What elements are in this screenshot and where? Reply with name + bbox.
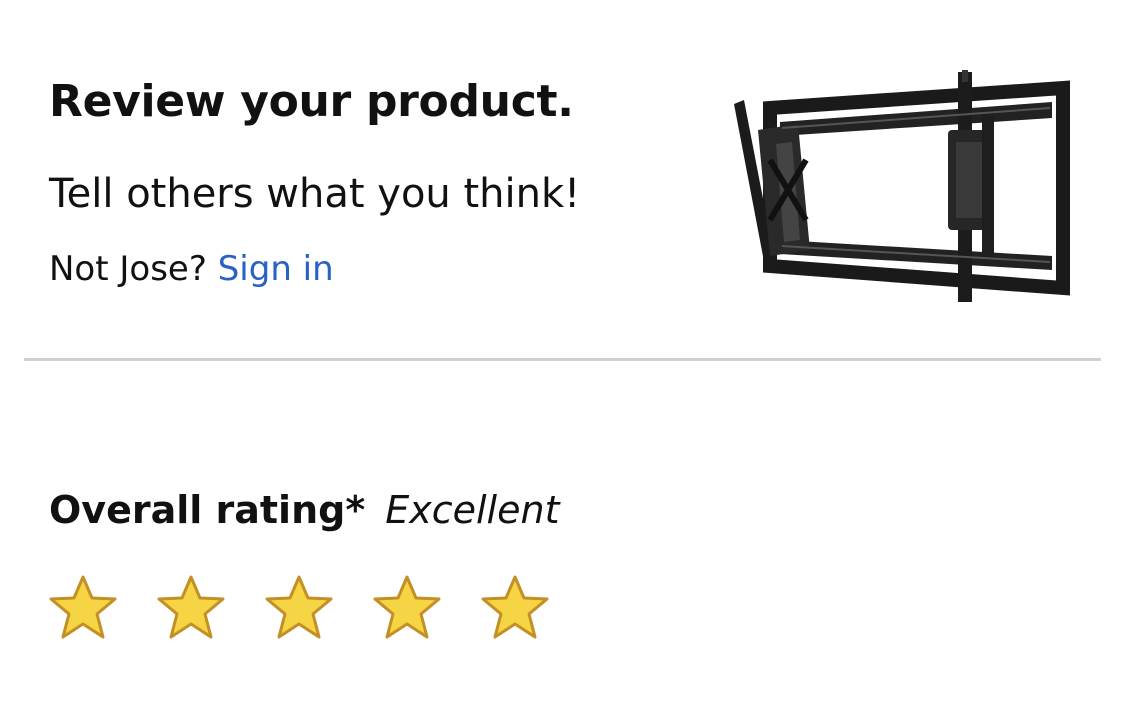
- sign-in-link[interactable]: Sign in: [218, 249, 334, 289]
- section-divider: [24, 358, 1101, 361]
- star-rating: [48, 573, 550, 643]
- star-icon-4[interactable]: [372, 573, 442, 643]
- tv-wall-mount-image: [734, 70, 1070, 302]
- star-icon-5[interactable]: [480, 573, 550, 643]
- rating-value-text: Excellent: [385, 488, 560, 532]
- star-icon-2[interactable]: [156, 573, 226, 643]
- star-icon-1[interactable]: [48, 573, 118, 643]
- not-user-text: Not Jose?: [49, 249, 207, 289]
- overall-rating-heading: Overall rating* Excellent: [49, 484, 559, 536]
- signin-prompt: Not Jose? Sign in: [49, 246, 334, 292]
- review-header: Review your product. Tell others what yo…: [0, 0, 1125, 360]
- overall-rating-label: Overall rating*: [49, 488, 366, 532]
- page-subtitle: Tell others what you think!: [49, 171, 581, 217]
- page-title: Review your product.: [49, 76, 574, 127]
- star-icon-3[interactable]: [264, 573, 334, 643]
